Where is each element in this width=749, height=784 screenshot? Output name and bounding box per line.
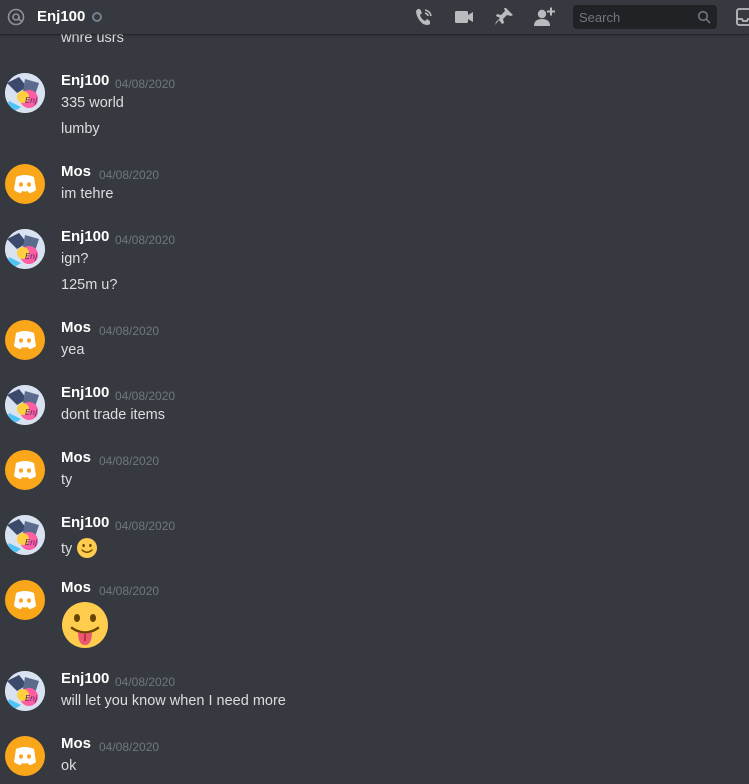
enj-avatar-image: Enj <box>5 515 45 555</box>
slightly-smiling-face-emoji <box>77 538 98 558</box>
enj-avatar-image: Enj <box>5 73 45 113</box>
message-text: 335 world <box>61 95 124 111</box>
message-timestamp: 04/08/2020 <box>99 324 160 338</box>
at-icon <box>7 8 25 26</box>
channel-header: Enj100 <box>0 0 749 34</box>
video-call-icon[interactable] <box>453 6 475 28</box>
message-text: lumby <box>61 121 100 137</box>
message-timestamp: 04/08/2020 <box>115 519 176 533</box>
user-avatar[interactable]: Enj <box>5 229 45 269</box>
message-timestamp: 04/08/2020 <box>115 233 176 247</box>
phone-call-icon[interactable] <box>413 6 435 28</box>
discord-logo-icon <box>14 331 36 349</box>
user-avatar[interactable] <box>5 164 45 204</box>
pin-icon[interactable] <box>493 6 515 28</box>
svg-text:Enj: Enj <box>25 408 38 417</box>
message-text: im tehre <box>61 186 114 202</box>
message-text: ty <box>61 541 73 557</box>
discord-logo-icon <box>14 591 36 609</box>
user-avatar[interactable]: Enj <box>5 385 45 425</box>
discord-logo-icon <box>14 461 36 479</box>
message-timestamp: 04/08/2020 <box>99 454 160 468</box>
search-input[interactable] <box>573 5 705 29</box>
message-text: ok <box>61 758 77 774</box>
svg-text:Enj: Enj <box>25 96 38 105</box>
user-avatar[interactable] <box>5 450 45 490</box>
user-avatar[interactable]: Enj <box>5 73 45 113</box>
offline-status-icon <box>92 12 102 22</box>
tongue-out-face-emoji <box>62 602 108 648</box>
inbox-icon[interactable] <box>735 7 749 27</box>
message-timestamp: 04/08/2020 <box>115 77 176 91</box>
message-timestamp: 04/08/2020 <box>115 675 176 689</box>
discord-logo-icon <box>14 175 36 193</box>
message-text: dont trade items <box>61 407 165 423</box>
message-author[interactable]: Mos <box>61 319 91 336</box>
message-author[interactable]: Mos <box>61 449 91 466</box>
message-text: ty <box>61 472 73 488</box>
user-avatar[interactable] <box>5 580 45 620</box>
search-box[interactable] <box>573 5 717 29</box>
message-text: ign? <box>61 251 89 267</box>
message-author[interactable]: Enj100 <box>61 670 109 687</box>
user-avatar[interactable] <box>5 320 45 360</box>
enj-avatar-image: Enj <box>5 385 45 425</box>
message-text: 125m u? <box>61 277 118 293</box>
svg-text:Enj: Enj <box>25 694 38 703</box>
message-author[interactable]: Enj100 <box>61 228 109 245</box>
message-timestamp: 04/08/2020 <box>99 168 160 182</box>
message-timestamp: 04/08/2020 <box>115 389 176 403</box>
message-timestamp: 04/08/2020 <box>99 584 160 598</box>
user-avatar[interactable] <box>5 736 45 776</box>
user-avatar[interactable]: Enj <box>5 515 45 555</box>
channel-title: Enj100 <box>37 8 86 25</box>
message-text: will let you know when I need more <box>61 693 286 709</box>
message-author[interactable]: Mos <box>61 735 91 752</box>
message-line: ty <box>61 537 98 559</box>
enj-avatar-image: Enj <box>5 671 45 711</box>
user-avatar[interactable]: Enj <box>5 671 45 711</box>
message-author[interactable]: Enj100 <box>61 72 109 89</box>
add-friend-icon[interactable] <box>533 6 555 28</box>
search-icon <box>697 10 711 24</box>
discord-logo-icon <box>14 747 36 765</box>
message-author[interactable]: Mos <box>61 579 91 596</box>
message-list: whre usrs Enj Enj100 04/08/2020 335 worl… <box>0 0 749 784</box>
enj-avatar-image: Enj <box>5 229 45 269</box>
message-author[interactable]: Mos <box>61 163 91 180</box>
svg-text:Enj: Enj <box>25 252 38 261</box>
message-author[interactable]: Enj100 <box>61 384 109 401</box>
svg-text:Enj: Enj <box>25 538 38 547</box>
message-text: yea <box>61 342 85 358</box>
message-author[interactable]: Enj100 <box>61 514 109 531</box>
message-timestamp: 04/08/2020 <box>99 740 160 754</box>
